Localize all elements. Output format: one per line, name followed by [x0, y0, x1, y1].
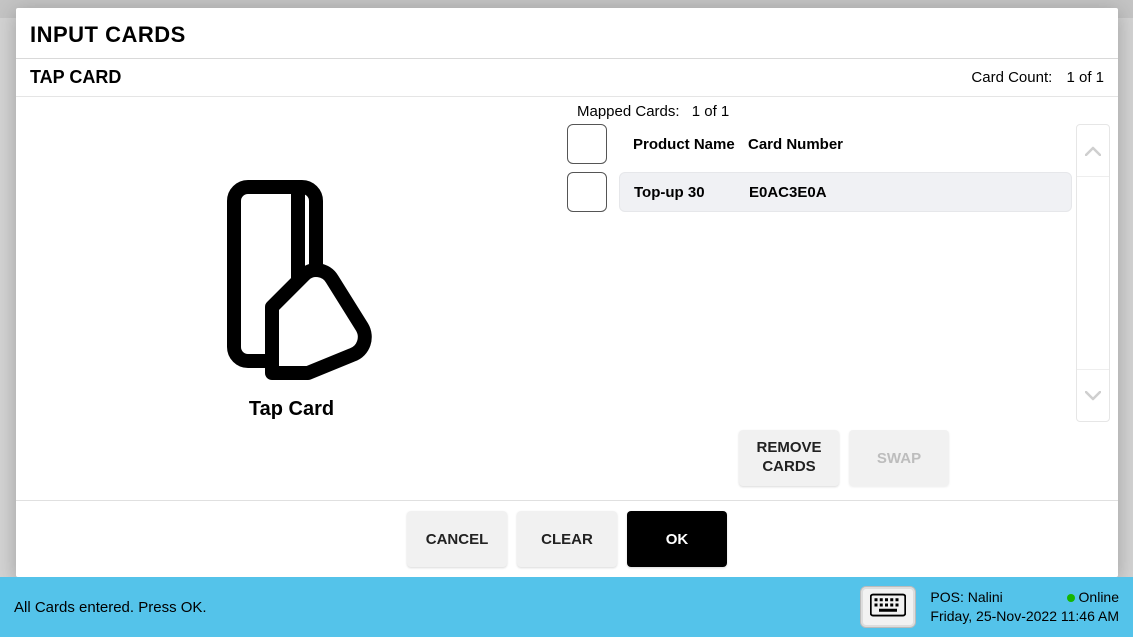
scroll-up-button[interactable]	[1077, 125, 1109, 177]
chevron-up-icon	[1085, 140, 1101, 161]
cancel-button[interactable]: CANCEL	[407, 511, 507, 567]
modal-header: INPUT CARDS	[16, 8, 1118, 59]
remove-cards-button[interactable]: REMOVE CARDS	[739, 430, 839, 486]
table-row[interactable]: Top-up 30 E0AC3E0A	[567, 172, 1072, 212]
chevron-down-icon	[1085, 385, 1101, 406]
online-label: Online	[1079, 589, 1119, 605]
sub-title: TAP CARD	[30, 67, 121, 88]
online-status: Online	[1067, 588, 1119, 607]
card-count-value: 1 of 1	[1066, 69, 1104, 86]
cards-area: Product Name Card Number Top-up 30 E0AC3…	[567, 124, 1110, 422]
mapped-cards-label-row: Mapped Cards: 1 of 1	[567, 103, 1110, 120]
mapped-cards-count: 1 of 1	[692, 103, 730, 120]
keyboard-icon	[870, 593, 906, 622]
right-actions: REMOVE CARDS SWAP	[567, 422, 1110, 492]
online-indicator-icon	[1067, 594, 1075, 602]
status-right: POS: Nalini Online Friday, 25-Nov-2022 1…	[930, 588, 1119, 626]
card-count: Card Count: 1 of 1	[971, 69, 1104, 86]
select-all-checkbox[interactable]	[567, 124, 607, 164]
pos-info: POS: Nalini	[930, 588, 1002, 607]
column-product-name: Product Name	[633, 136, 748, 153]
row-checkbox[interactable]	[567, 172, 607, 212]
status-message: All Cards entered. Press OK.	[14, 599, 846, 616]
scroll-spacer	[1077, 177, 1109, 369]
cards-header-content: Product Name Card Number	[619, 124, 1072, 164]
cards-list: Product Name Card Number Top-up 30 E0AC3…	[567, 124, 1072, 422]
on-screen-keyboard-button[interactable]	[860, 586, 916, 628]
scroll-column	[1076, 124, 1110, 422]
card-count-label: Card Count:	[971, 69, 1052, 86]
status-datetime: Friday, 25-Nov-2022 11:46 AM	[930, 607, 1119, 626]
status-bar: All Cards entered. Press OK. POS: Nalini…	[0, 577, 1133, 637]
cell-product-name: Top-up 30	[634, 184, 749, 201]
tap-card-pane: Tap Card	[16, 97, 567, 500]
modal-title: INPUT CARDS	[30, 22, 1104, 48]
modal-sub-header: TAP CARD Card Count: 1 of 1	[16, 59, 1118, 97]
cell-card-number: E0AC3E0A	[749, 184, 1057, 201]
cards-header-row: Product Name Card Number	[567, 124, 1072, 164]
row-content: Top-up 30 E0AC3E0A	[619, 172, 1072, 212]
modal-body: Tap Card Mapped Cards: 1 of 1 Product Na…	[16, 97, 1118, 501]
ok-button[interactable]: OK	[627, 511, 727, 567]
tap-card-graphic: Tap Card	[212, 177, 372, 421]
pos-value: Nalini	[968, 589, 1003, 605]
tap-card-caption: Tap Card	[249, 398, 334, 421]
input-cards-modal: INPUT CARDS TAP CARD Card Count: 1 of 1	[16, 8, 1118, 577]
tap-card-icon	[212, 177, 372, 392]
pos-label: POS:	[930, 589, 963, 605]
swap-button: SWAP	[849, 430, 949, 486]
clear-button[interactable]: CLEAR	[517, 511, 617, 567]
column-card-number: Card Number	[748, 136, 1058, 153]
mapped-cards-pane: Mapped Cards: 1 of 1 Product Name Card N…	[567, 97, 1118, 500]
scroll-down-button[interactable]	[1077, 369, 1109, 421]
modal-footer: CANCEL CLEAR OK	[16, 501, 1118, 577]
mapped-cards-label: Mapped Cards:	[577, 103, 680, 120]
